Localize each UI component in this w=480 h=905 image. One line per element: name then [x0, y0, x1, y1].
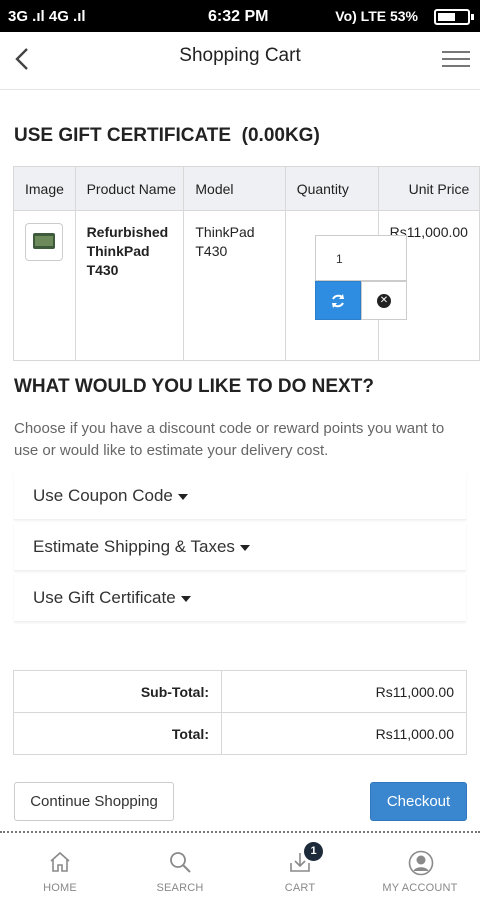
model-cell: ThinkPad T430 [183, 210, 286, 361]
total-label: Total: [13, 712, 222, 755]
tab-cart[interactable]: CART [240, 838, 360, 905]
column-header-image: Image [13, 166, 76, 211]
estimate-shipping-label: Estimate Shipping & Taxes [33, 537, 235, 556]
subtotal-label: Sub-Total: [13, 670, 222, 713]
tab-home[interactable]: HOME [0, 838, 120, 905]
bottom-tab-bar: HOME SEARCH CART MY ACCOUNT [0, 838, 480, 905]
cart-count-badge: 1 [304, 842, 323, 861]
total-value: Rs11,000.00 [221, 712, 467, 755]
status-bar: 3G .ıl 4G .ıl 6:32 PM Vo) LTE 53% [0, 0, 480, 32]
caret-down-icon [239, 544, 250, 551]
cart-weight: (0.00KG) [241, 125, 320, 146]
estimate-shipping-toggle[interactable]: Estimate Shipping & Taxes [14, 523, 466, 571]
table-row: Total: Rs11,000.00 [13, 712, 467, 755]
times-circle-icon: ✕ [377, 294, 391, 308]
gift-certificate-toggle[interactable]: Use Gift Certificate [14, 574, 466, 622]
product-image-cell [13, 210, 76, 361]
status-right: Vo) LTE 53% [335, 8, 418, 24]
caret-down-icon [177, 493, 188, 500]
subtotal-value: Rs11,000.00 [221, 670, 467, 713]
gift-certificate-label: Use Gift Certificate [33, 588, 176, 607]
table-row: Refurbished ThinkPad T430 ThinkPad T430 … [13, 210, 480, 361]
cart-table: Image Product Name Model Quantity Unit P… [13, 166, 480, 361]
product-name-link[interactable]: Refurbished ThinkPad T430 [87, 224, 169, 278]
coupon-code-toggle[interactable]: Use Coupon Code [14, 472, 466, 520]
refresh-icon [332, 294, 344, 308]
clock: 6:32 PM [208, 8, 269, 25]
gift-title-text: USE GIFT CERTIFICATE [14, 125, 232, 146]
quantity-input[interactable]: 1 [315, 235, 407, 281]
battery-icon [434, 9, 474, 25]
page-title: Shopping Cart [179, 45, 301, 66]
update-quantity-button[interactable] [315, 281, 361, 320]
continue-shopping-button[interactable]: Continue Shopping [14, 782, 174, 821]
app-header: Shopping Cart [0, 32, 480, 90]
column-header-quantity: Quantity [284, 166, 379, 211]
tab-cart-label: CART [284, 882, 316, 894]
product-thumbnail[interactable] [25, 223, 63, 261]
signal-indicator: 3G .ıl 4G .ıl [8, 8, 86, 25]
column-header-unit-price: Unit Price [377, 166, 480, 211]
cart-table-header: Image Product Name Model Quantity Unit P… [13, 166, 480, 211]
product-name-cell: Refurbished ThinkPad T430 [74, 210, 185, 361]
tab-my-account-label: MY ACCOUNT [382, 882, 458, 894]
column-header-product-name: Product Name [74, 166, 185, 211]
totals-table: Sub-Total: Rs11,000.00 Total: Rs11,000.0… [13, 670, 467, 755]
tab-my-account[interactable]: MY ACCOUNT [360, 838, 480, 905]
caret-down-icon [180, 595, 191, 602]
column-header-model: Model [183, 166, 286, 211]
search-icon [170, 852, 191, 873]
next-description: Choose if you have a discount code or re… [14, 420, 445, 459]
checkout-button[interactable]: Checkout [370, 782, 467, 821]
hamburger-menu-icon[interactable] [442, 46, 470, 72]
coupon-code-label: Use Coupon Code [33, 486, 173, 505]
table-row: Sub-Total: Rs11,000.00 [13, 670, 467, 713]
tab-home-label: HOME [43, 882, 77, 894]
tab-search[interactable]: SEARCH [120, 838, 240, 905]
remove-item-button[interactable]: ✕ [361, 281, 407, 320]
home-icon [50, 851, 70, 872]
tab-search-label: SEARCH [156, 882, 204, 894]
section-heading-next: WHAT WOULD YOU LIKE TO DO NEXT? [14, 376, 374, 397]
section-heading-gift: USE GIFT CERTIFICATE (0.00KG) [14, 125, 320, 147]
user-circle-icon [408, 850, 434, 876]
divider [0, 831, 480, 833]
